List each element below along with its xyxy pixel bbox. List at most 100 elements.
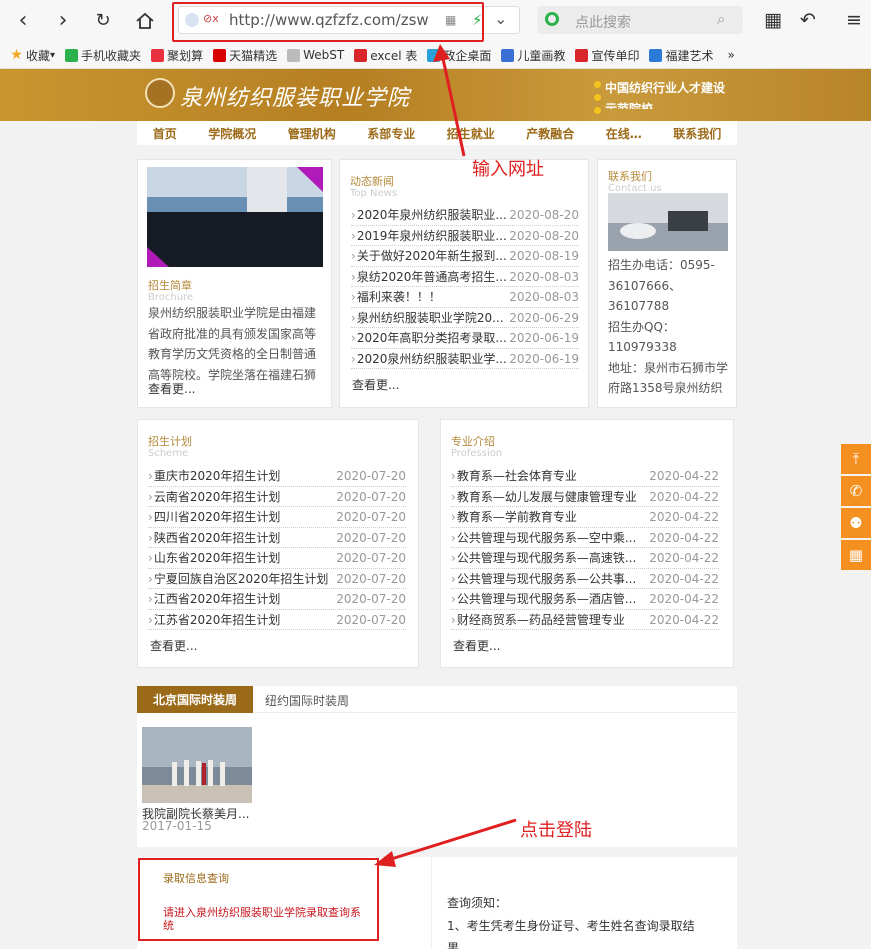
list-item[interactable]: 四川省2020年招生计划 2020-07-20 [148, 507, 406, 528]
list-item-title[interactable]: 云南省2020年招生计划 [148, 487, 281, 507]
list-item[interactable]: 江苏省2020年招生计划 2020-07-20 [148, 610, 406, 630]
list-item[interactable]: 公共管理与现代服务系—公共事... 2020-04-22 [451, 569, 719, 589]
news-more-link[interactable]: 查看更... [352, 376, 399, 393]
list-item[interactable]: 公共管理与现代服务系—空中乘... 2020-04-22 [451, 528, 719, 548]
site-name[interactable]: 泉州纺织服装职业学院 [180, 80, 410, 112]
bookmark-item[interactable]: excel 表 [354, 47, 417, 64]
list-item[interactable]: 重庆市2020年招生计划 2020-07-20 [148, 466, 406, 487]
bookmark-item[interactable]: 天猫精选 [213, 47, 277, 64]
list-item[interactable]: 泉州纺织服装职业学院20... 2020-06-29 [351, 308, 579, 328]
list-item-title[interactable]: 四川省2020年招生计划 [148, 507, 281, 527]
reload-icon[interactable]: ↻ [90, 9, 116, 33]
list-item-title[interactable]: 教育系—幼儿发展与健康管理专业 [451, 487, 637, 507]
list-item[interactable]: 2020年泉州纺织服装职业...2020-08-20 [351, 205, 579, 226]
bookmark-item[interactable]: 手机收藏夹 [65, 47, 141, 64]
more-bookmarks-icon[interactable]: » [727, 48, 734, 62]
list-item[interactable]: 公共管理与现代服务系—酒店管... 2020-04-22 [451, 589, 719, 610]
list-item-title[interactable]: 山东省2020年招生计划 [148, 548, 281, 568]
list-item[interactable]: 教育系—学前教育专业 2020-04-22 [451, 507, 719, 528]
list-item[interactable]: 江西省2020年招生计划 2020-07-20 [148, 589, 406, 610]
back-to-top-icon[interactable]: ⤒ [841, 444, 871, 474]
list-item-title[interactable]: 公共管理与现代服务系—空中乘... [451, 528, 636, 548]
undo-icon[interactable]: ↶ [800, 9, 816, 31]
list-item-date: 2020-07-20 [336, 592, 406, 606]
bookmark-item[interactable]: 宣传单印 [575, 47, 639, 64]
nav-item[interactable]: 产教融合 [526, 125, 574, 142]
nav-item[interactable]: 联系我们 [673, 125, 721, 142]
jhs-icon [151, 48, 165, 62]
phone-icon[interactable]: ✆ [841, 476, 871, 506]
annotation-enter-url: 输入网址 [472, 159, 544, 180]
list-item-title[interactable]: 关于做好2020年新生报到... [351, 246, 507, 266]
list-item[interactable]: 教育系—幼儿发展与健康管理专业 2020-04-22 [451, 487, 719, 507]
list-item[interactable]: 2020年高职分类招考录取...2020-06-19 [351, 328, 579, 349]
list-item-date: 2020-06-29 [509, 310, 579, 325]
list-item-title[interactable]: 2020年泉州纺织服装职业... [351, 205, 507, 225]
nav-item[interactable]: 系部专业 [367, 125, 415, 142]
forward-icon[interactable]: › [50, 9, 76, 33]
bookmark-item[interactable]: 聚划算 [151, 47, 203, 64]
search-engine-icon[interactable] [545, 12, 559, 26]
college-logo-icon[interactable] [145, 78, 175, 108]
tab-newyork-fashion-week[interactable]: 纽约国际时装周 [265, 692, 349, 709]
bookmark-item[interactable]: ★ 收藏 ▾ [10, 47, 55, 64]
list-item-title[interactable]: 泉纺2020年普通高考招生... [351, 267, 507, 287]
list-item[interactable]: 2019年泉州纺织服装职业...2020-08-20 [351, 226, 579, 246]
menu-icon[interactable]: ≡ [846, 9, 862, 31]
bookmark-item[interactable]: 福建艺术 [649, 47, 713, 64]
list-item[interactable]: 宁夏回族自治区2020年招生计划 2020-07-20 [148, 569, 406, 589]
list-item[interactable]: 陕西省2020年招生计划 2020-07-20 [148, 528, 406, 548]
list-item-title[interactable]: 陕西省2020年招生计划 [148, 528, 281, 548]
graduation-photo[interactable] [147, 167, 323, 267]
list-item-title[interactable]: 公共管理与现代服务系—公共事... [451, 569, 636, 589]
list-item-title[interactable]: 福利来袭！！！ [351, 287, 441, 307]
list-item[interactable]: 教育系—社会体育专业 2020-04-22 [451, 466, 719, 487]
home-icon[interactable] [132, 9, 158, 33]
list-item-title[interactable]: 公共管理与现代服务系—高速铁... [451, 548, 636, 568]
list-item-title[interactable]: 教育系—社会体育专业 [451, 466, 577, 486]
list-item[interactable]: 云南省2020年招生计划 2020-07-20 [148, 487, 406, 507]
search-icon[interactable]: ⌕ [717, 10, 725, 28]
bookmark-item[interactable]: 儿童画教 [501, 47, 565, 64]
contact-panel: 联系我们 Contact us 招生办电话：0595- 36107666、 3610… [597, 159, 737, 408]
list-item-title[interactable]: 江苏省2020年招生计划 [148, 610, 281, 630]
list-item[interactable]: 2020泉州纺织服装职业学...2020-06-19 [351, 349, 579, 369]
fashion-show-photo[interactable] [142, 727, 252, 803]
list-item[interactable]: 山东省2020年招生计划 2020-07-20 [148, 548, 406, 569]
list-item-title[interactable]: 宁夏回族自治区2020年招生计划 [148, 569, 329, 589]
bookmark-item[interactable]: WebST [287, 48, 344, 62]
list-item[interactable]: 关于做好2020年新生报到...2020-08-19 [351, 246, 579, 267]
list-item[interactable]: 泉纺2020年普通高考招生...2020-08-03 [351, 267, 579, 287]
chevron-down-icon[interactable]: ▾ [50, 50, 55, 61]
list-item-title[interactable]: 公共管理与现代服务系—酒店管... [451, 589, 636, 609]
list-item-title[interactable]: 2020年高职分类招考录取... [351, 328, 507, 348]
list-item-title[interactable]: 2020泉州纺织服装职业学... [351, 349, 507, 369]
contact-line: 110979338 [608, 340, 677, 354]
back-icon[interactable]: ‹ [10, 9, 36, 33]
nav-item[interactable]: 首页 [153, 125, 177, 142]
chevron-down-icon[interactable]: ⌄ [494, 9, 507, 28]
scheme-more-link[interactable]: 查看更... [150, 637, 197, 654]
qr-code-icon[interactable]: ▦ [841, 540, 871, 570]
scheme-panel: 招生计划 Scheme 重庆市2020年招生计划2020-07-20云南省202… [137, 419, 419, 668]
list-item-title[interactable]: 江西省2020年招生计划 [148, 589, 281, 609]
list-item-title[interactable]: 财经商贸系—药品经营管理专业 [451, 610, 625, 630]
tab-beijing-fashion-week[interactable]: 北京国际时装周 [137, 686, 253, 713]
search-input[interactable]: 点此搜索 [575, 12, 631, 32]
grid-icon[interactable]: ▦ [764, 9, 782, 31]
list-item[interactable]: 财经商贸系—药品经营管理专业 2020-04-22 [451, 610, 719, 630]
profession-more-link[interactable]: 查看更... [453, 637, 500, 654]
list-item-title[interactable]: 2019年泉州纺织服装职业... [351, 226, 507, 246]
qq-icon[interactable]: ⚉ [841, 508, 871, 538]
nav-item[interactable]: 在线… [606, 125, 642, 142]
search-box[interactable]: 点此搜索 ⌕ [537, 6, 743, 34]
nav-item[interactable]: 学院概况 [208, 125, 256, 142]
list-item[interactable]: 公共管理与现代服务系—高速铁... 2020-04-22 [451, 548, 719, 569]
brochure-more-link[interactable]: 查看更... [148, 380, 195, 397]
list-item-title[interactable]: 重庆市2020年招生计划 [148, 466, 281, 486]
nav-item[interactable]: 管理机构 [288, 125, 336, 142]
list-item-title[interactable]: 泉州纺织服装职业学院20... [351, 308, 504, 328]
list-item-date: 2020-07-20 [336, 530, 406, 545]
list-item-title[interactable]: 教育系—学前教育专业 [451, 507, 577, 527]
list-item[interactable]: 福利来袭！！！ 2020-08-03 [351, 287, 579, 308]
